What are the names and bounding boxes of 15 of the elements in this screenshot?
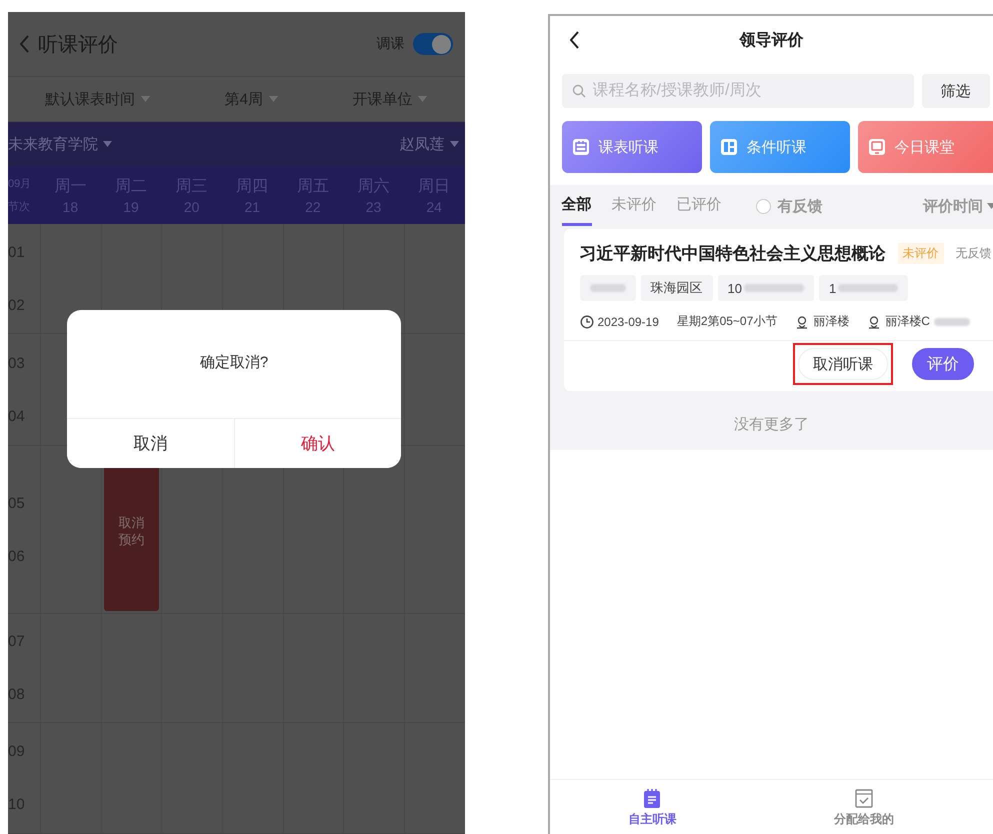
page-title: 领导评价: [739, 30, 804, 50]
course-action: 取消: [118, 514, 144, 531]
info-tag: 珠海园区: [640, 275, 712, 301]
status-tag: 未评价: [898, 243, 944, 264]
dialog-message: 确定取消?: [198, 352, 270, 372]
course-action: 预约: [118, 531, 144, 548]
info-text: 2023-09-19: [598, 314, 659, 328]
info-text: 丽泽楼: [813, 313, 850, 330]
info-text: 丽泽楼C: [885, 313, 930, 330]
course-title: 习近平新时代中国特色社会主义思想概论: [580, 243, 886, 265]
info-tag: 1: [818, 275, 908, 301]
feedback-status: 无反馈: [956, 245, 992, 262]
end-of-list-text: 没有更多了: [732, 415, 810, 434]
info-tag: 10: [718, 275, 814, 301]
info-text: 星期2第05~07小节: [676, 313, 778, 330]
